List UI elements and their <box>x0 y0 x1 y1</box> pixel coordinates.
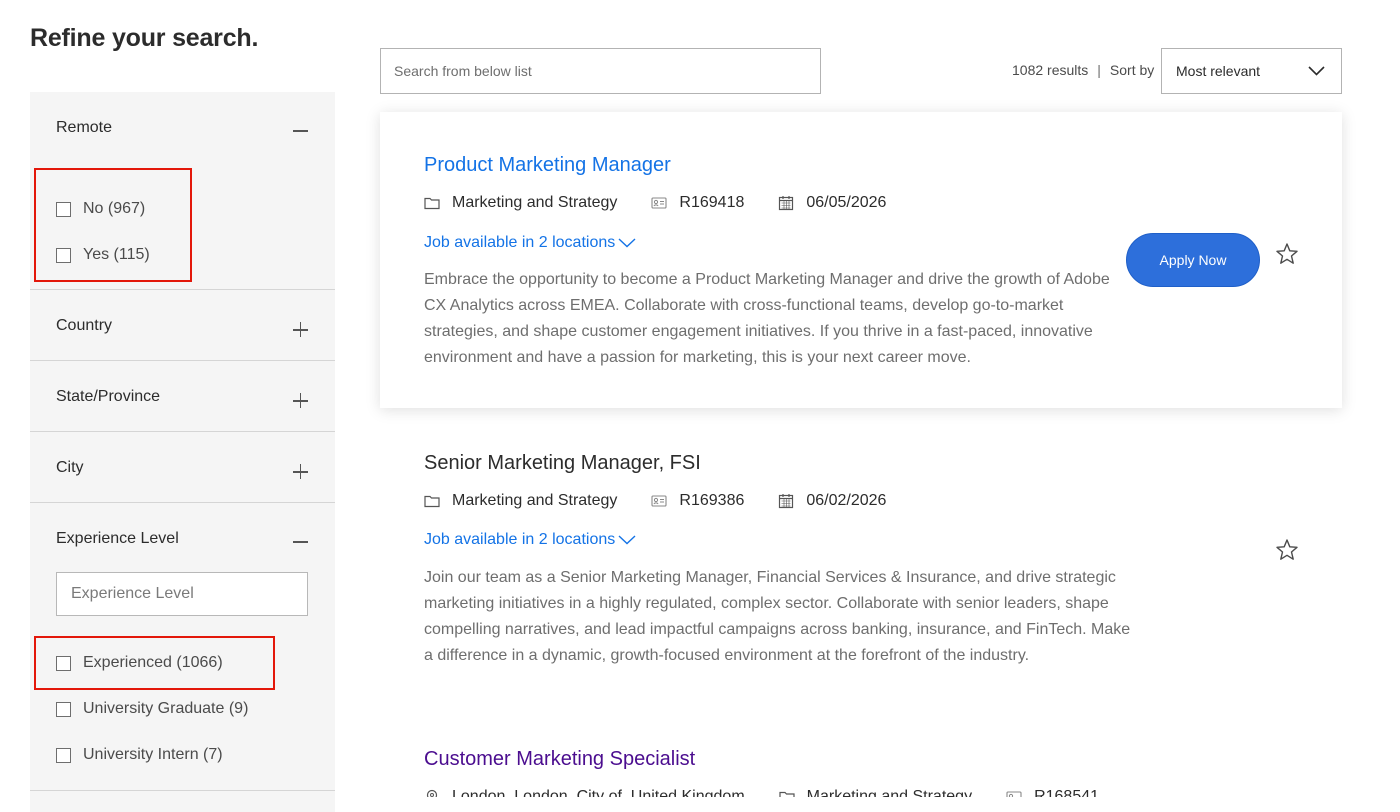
job-location: London, London, City of, United Kingdom <box>452 788 745 797</box>
results-summary: 1082 results | Sort by <box>1012 62 1154 78</box>
filter-option-label: University Graduate (9) <box>83 700 249 717</box>
facet-country-title[interactable]: Country <box>56 317 112 335</box>
checkbox-icon[interactable] <box>56 247 71 263</box>
chevron-down-icon <box>618 238 636 248</box>
id-badge-icon <box>1006 791 1022 797</box>
job-meta: Marketing and Strategy R169386 06/02/202… <box>424 492 920 510</box>
job-title-link[interactable]: Customer Marketing Specialist <box>424 748 695 771</box>
job-category: Marketing and Strategy <box>452 194 618 211</box>
sort-dropdown[interactable]: Most relevant <box>1161 48 1342 94</box>
job-locations-toggle[interactable]: Job available in 2 locations <box>424 531 636 549</box>
minus-icon <box>293 541 308 543</box>
results-count: 1082 results <box>1012 62 1089 78</box>
folder-icon <box>424 495 440 508</box>
chevron-down-icon <box>618 535 636 545</box>
facet-remote-title[interactable]: Remote <box>56 119 112 137</box>
apply-now-button[interactable]: Apply Now <box>1126 233 1260 287</box>
job-title-link[interactable]: Product Marketing Manager <box>424 154 671 177</box>
filter-option-label: University Intern (7) <box>83 746 223 763</box>
job-list-search-input[interactable] <box>380 48 821 94</box>
job-card: Customer Marketing Specialist London, Lo… <box>380 730 1342 797</box>
location-pin-icon <box>426 789 438 797</box>
sort-label: Sort by <box>1109 62 1155 78</box>
filter-option-university-graduate[interactable]: University Graduate (9) <box>56 698 248 720</box>
experience-level-search-input[interactable] <box>56 572 308 616</box>
star-icon[interactable] <box>1275 538 1299 562</box>
checkbox-icon[interactable] <box>56 701 71 717</box>
checkbox-icon[interactable] <box>56 747 71 763</box>
job-description: Embrace the opportunity to become a Prod… <box>424 271 1110 366</box>
folder-icon <box>424 197 440 210</box>
expand-country-button[interactable] <box>289 319 311 341</box>
job-posted-date: 06/02/2026 <box>806 492 887 509</box>
job-category: Marketing and Strategy <box>806 788 973 797</box>
id-badge-icon <box>651 197 667 209</box>
facet-country: Country <box>30 290 335 361</box>
page-heading: Refine your search. <box>30 24 259 52</box>
facet-state-province: State/Province <box>30 361 335 432</box>
facet-state-title[interactable]: State/Province <box>56 388 160 406</box>
facet-city-title[interactable]: City <box>56 459 84 477</box>
filter-option-label: Experienced (1066) <box>83 654 223 671</box>
id-badge-icon <box>651 495 667 507</box>
filter-option-university-intern[interactable]: University Intern (7) <box>56 744 223 766</box>
filter-sidebar: Remote No (967) Yes (115) Country State/… <box>30 92 335 812</box>
job-locations-toggle[interactable]: Job available in 2 locations <box>424 234 636 252</box>
job-meta: London, London, City of, United Kingdom … <box>424 788 1133 797</box>
job-req-id: R168541 <box>1034 788 1100 797</box>
job-card: Senior Marketing Manager, FSI Marketing … <box>380 430 1342 700</box>
job-card: Product Marketing Manager Marketing and … <box>380 112 1342 408</box>
locations-link-text: Job available in 2 locations <box>424 234 616 251</box>
collapse-remote-button[interactable] <box>289 120 311 142</box>
folder-icon <box>779 791 795 797</box>
job-meta: Marketing and Strategy R169418 06/05/202… <box>424 194 920 212</box>
job-posted-date: 06/05/2026 <box>806 194 887 211</box>
filter-option-label: No (967) <box>83 200 146 217</box>
star-icon[interactable] <box>1275 242 1299 266</box>
calendar-icon <box>779 494 794 509</box>
expand-state-button[interactable] <box>289 390 311 412</box>
filter-option-label: Yes (115) <box>83 246 150 263</box>
filter-option-experienced[interactable]: Experienced (1066) <box>56 652 223 674</box>
filter-option-remote-no[interactable]: No (967) <box>56 198 145 220</box>
calendar-icon <box>779 196 794 211</box>
divider: | <box>1097 62 1101 78</box>
job-category: Marketing and Strategy <box>452 492 618 509</box>
expand-city-button[interactable] <box>289 461 311 483</box>
job-title-link[interactable]: Senior Marketing Manager, FSI <box>424 452 701 475</box>
minus-icon <box>293 130 308 132</box>
facet-city: City <box>30 432 335 503</box>
filter-option-remote-yes[interactable]: Yes (115) <box>56 244 150 266</box>
sort-selected-value: Most relevant <box>1176 63 1261 79</box>
collapse-experience-button[interactable] <box>289 531 311 553</box>
facet-remote: Remote No (967) Yes (115) <box>30 92 335 290</box>
checkbox-icon[interactable] <box>56 201 71 217</box>
job-req-id: R169418 <box>679 194 745 211</box>
chevron-down-icon <box>1308 66 1325 76</box>
job-req-id: R169386 <box>679 492 745 509</box>
locations-link-text: Job available in 2 locations <box>424 531 616 548</box>
job-description: Join our team as a Senior Marketing Mana… <box>424 569 1131 664</box>
checkbox-icon[interactable] <box>56 655 71 671</box>
facet-experience-title[interactable]: Experience Level <box>56 530 179 548</box>
